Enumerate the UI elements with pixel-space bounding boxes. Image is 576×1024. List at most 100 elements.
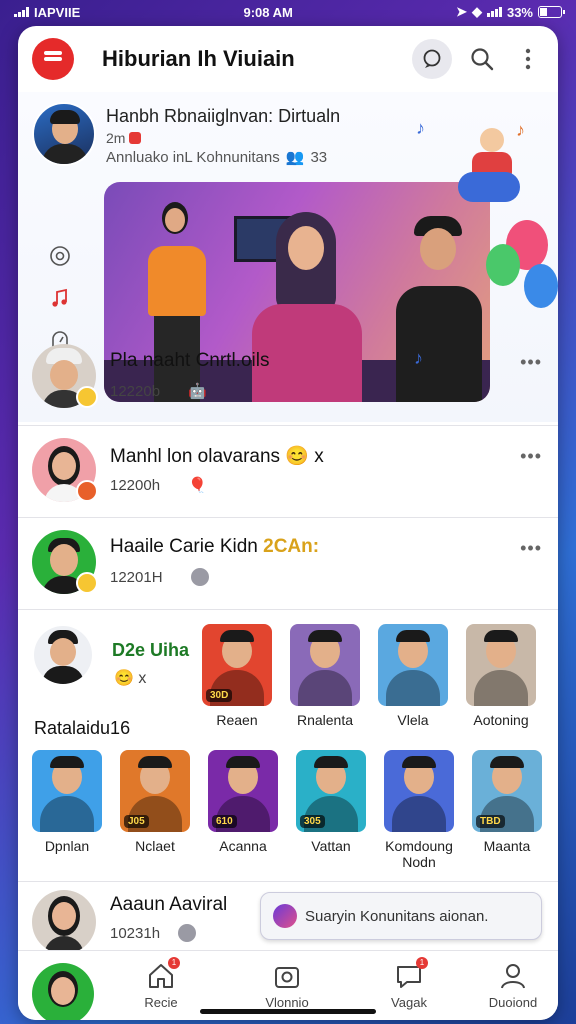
status-bar: IAPVIIE 9:08 AM ➤ ◆ 33% bbox=[0, 0, 576, 24]
more-menu-button[interactable] bbox=[512, 43, 544, 75]
media-tile[interactable] bbox=[32, 750, 102, 832]
sticker-icon: 🎈 bbox=[188, 477, 207, 494]
view-count: 610 bbox=[212, 815, 237, 828]
media-tile[interactable]: 305 bbox=[296, 750, 366, 832]
tile-label: Aotoning bbox=[473, 712, 529, 728]
media-tile[interactable] bbox=[290, 624, 360, 706]
community-icon bbox=[273, 904, 297, 928]
emoji-icon: 😊 bbox=[285, 446, 309, 467]
media-tile[interactable]: 610 bbox=[208, 750, 278, 832]
location-icon: ➤ bbox=[456, 4, 467, 19]
music-note-decoration: ♪ bbox=[516, 120, 525, 140]
join-label: Suaryin Konunitans aionan. bbox=[305, 907, 489, 925]
group-title: D2e Uiha bbox=[112, 640, 190, 660]
media-tile[interactable] bbox=[384, 750, 454, 832]
post-time: 12201H bbox=[110, 568, 163, 586]
tile-label: Rnalenta bbox=[296, 712, 354, 728]
more-options-icon[interactable]: ••• bbox=[520, 446, 542, 467]
music-note-decoration: ♪ bbox=[416, 118, 425, 138]
list-item[interactable]: Manhl lon olavarans 😊 x 12200h 🎈 ••• bbox=[18, 426, 558, 518]
group-subtitle: 😊 x bbox=[114, 670, 147, 687]
music-note-decoration: ♪ bbox=[414, 348, 423, 368]
chat-button[interactable] bbox=[412, 39, 452, 79]
tile-label: Nclaet bbox=[135, 838, 175, 854]
cell-icon bbox=[486, 7, 502, 17]
music-note-icon bbox=[52, 288, 67, 307]
clock: 9:08 AM bbox=[243, 4, 293, 20]
nav-label: Duoiond bbox=[488, 995, 538, 1010]
media-tile[interactable] bbox=[378, 624, 448, 706]
battery-icon bbox=[538, 6, 565, 18]
tile-label: Maanta bbox=[483, 838, 531, 854]
post-author: Aaaun Aaviral bbox=[110, 894, 228, 915]
search-button[interactable] bbox=[466, 43, 498, 75]
view-count: J05 bbox=[124, 815, 149, 828]
nav-home[interactable]: 1 Recie bbox=[126, 957, 196, 1010]
media-tile[interactable]: 30D bbox=[202, 624, 272, 706]
notification-badge: 1 bbox=[416, 957, 428, 969]
app-header: Hiburian Ih Viuiain bbox=[18, 26, 558, 92]
notification-badge: 1 bbox=[168, 957, 180, 969]
emoji-badge-icon bbox=[76, 480, 98, 502]
nav-messages[interactable]: 1 Vagak bbox=[374, 957, 444, 1010]
join-community-button[interactable]: Suaryin Konunitans aionan. bbox=[260, 892, 542, 940]
info-icon bbox=[190, 568, 209, 586]
tile-label: Dpnlan bbox=[44, 838, 90, 854]
post-author: Pla naaht Cnrtl.oils bbox=[110, 350, 270, 371]
tile-label: Acanna bbox=[219, 838, 267, 854]
tile-label: Vlela bbox=[397, 712, 429, 728]
bottom-navigation: 1 Recie Vlonnio 1 Vagak Duoiond bbox=[18, 950, 558, 1020]
smile-icon bbox=[50, 246, 70, 266]
sticker-icon: 🤖 bbox=[188, 383, 207, 400]
tile-label: Komdoung Nodn bbox=[385, 838, 453, 870]
nav-video[interactable]: Vlonnio bbox=[252, 961, 322, 1010]
group-icon: 👥 bbox=[285, 149, 305, 166]
balloons-decoration bbox=[486, 220, 558, 330]
app-logo[interactable] bbox=[32, 38, 74, 80]
view-count: 30D bbox=[206, 689, 233, 702]
user-icon bbox=[501, 964, 525, 989]
post-author: Haaile Carie Kidn 2CAn: bbox=[110, 536, 320, 557]
emoji-badge-icon bbox=[76, 572, 98, 594]
avatar[interactable] bbox=[32, 890, 96, 954]
media-tile[interactable]: TBD bbox=[472, 750, 542, 832]
battery-percent: 33% bbox=[506, 4, 533, 20]
emoji-icon: 😊 bbox=[114, 670, 134, 687]
app-window: Hiburian Ih Viuiain Hanbh Rbnaiiglnvan: … bbox=[18, 26, 558, 1020]
home-indicator bbox=[200, 1009, 376, 1014]
post-title: Hanbh Rbnaiiglnvan: Dirtualn bbox=[106, 106, 341, 126]
signal-icon bbox=[14, 7, 29, 17]
camera-icon bbox=[275, 967, 299, 988]
section-title: Ratalaidu16 bbox=[34, 718, 131, 738]
list-item[interactable]: Aaaun Aaviral 10231h Suaryin Konunitans … bbox=[18, 882, 558, 958]
list-item[interactable]: Haaile Carie Kidn 2CAn: 12201H ••• bbox=[18, 518, 558, 610]
reaction-button[interactable] bbox=[48, 244, 72, 268]
profile-avatar[interactable] bbox=[32, 963, 94, 1020]
nav-label: Recie bbox=[144, 995, 178, 1010]
info-icon bbox=[178, 924, 197, 942]
nav-profile[interactable]: Duoiond bbox=[478, 961, 548, 1010]
wifi-icon: ◆ bbox=[471, 4, 482, 19]
post-time: 12200h bbox=[110, 476, 161, 494]
post-time: 10231h bbox=[110, 924, 161, 942]
emoji-badge-icon bbox=[76, 386, 98, 408]
kebab-icon bbox=[525, 48, 531, 70]
view-count: 305 bbox=[300, 815, 325, 828]
nav-label: Vagak bbox=[391, 995, 427, 1010]
app-title: Hiburian Ih Viuiain bbox=[102, 46, 295, 71]
media-tile[interactable] bbox=[466, 624, 536, 706]
avatar[interactable] bbox=[34, 626, 92, 684]
more-options-icon[interactable]: ••• bbox=[520, 538, 542, 559]
post-author: Manhl lon olavarans 😊 x bbox=[110, 446, 324, 467]
community-count: 33 bbox=[310, 148, 328, 166]
list-item[interactable]: Pla naaht Cnrtl.oils 12220b 🤖 ♪ ••• bbox=[18, 332, 558, 426]
community-name[interactable]: Annluako inL Kohnunitans bbox=[106, 149, 280, 166]
more-options-icon[interactable]: ••• bbox=[520, 352, 542, 373]
media-tile[interactable]: J05 bbox=[120, 750, 190, 832]
post-time: 2m bbox=[106, 130, 126, 146]
live-badge-icon bbox=[129, 132, 142, 144]
tile-label: Vattan bbox=[311, 838, 351, 854]
music-button[interactable] bbox=[48, 286, 72, 310]
tile-label: Reaen bbox=[216, 712, 258, 728]
avatar[interactable] bbox=[32, 102, 96, 166]
